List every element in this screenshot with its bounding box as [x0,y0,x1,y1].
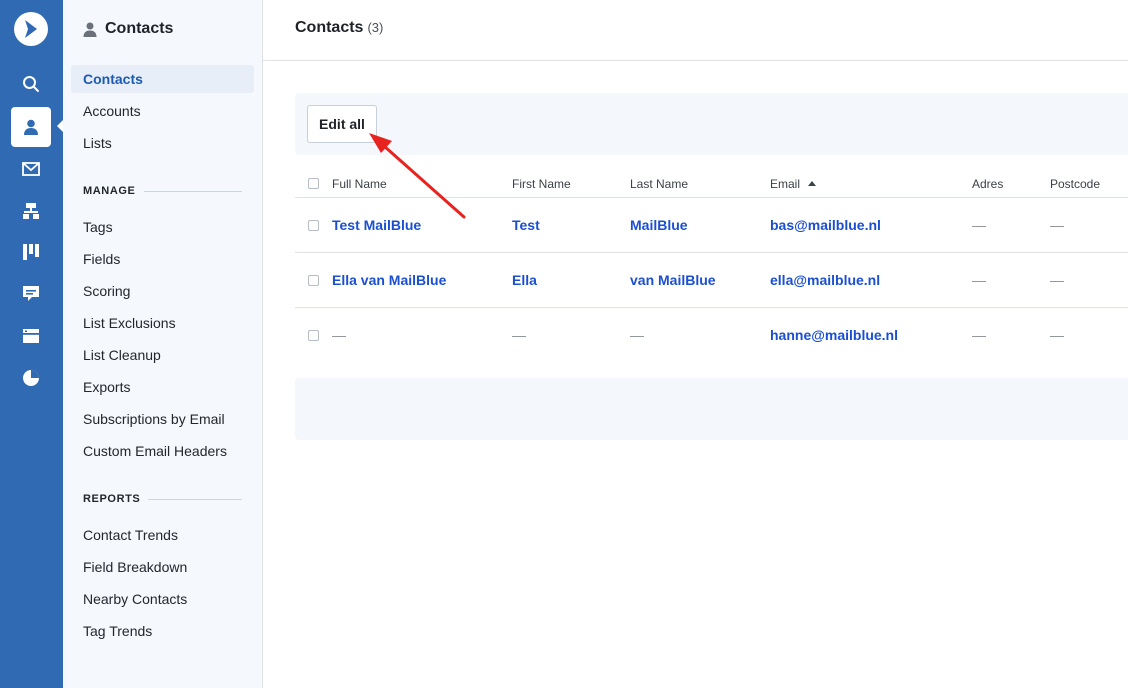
column-header-full-name[interactable]: Full Name [332,177,387,191]
sort-ascending-icon [808,181,817,186]
sidebar-item-contacts[interactable]: Contacts [71,65,254,93]
cell-first-name[interactable]: Test [512,217,540,233]
row-checkbox[interactable] [308,220,319,231]
sidebar-item-list-cleanup[interactable]: List Cleanup [71,341,254,369]
reports-section-heading: REPORTS [83,491,242,507]
select-all-checkbox[interactable] [308,178,319,189]
row-checkbox[interactable] [308,275,319,286]
app-icon-rail [0,0,63,688]
logo-arrow-icon [25,20,37,38]
column-header-first-name[interactable]: First Name [512,177,571,191]
page-title: Contacts (3) [295,19,383,37]
sidebar-item-custom-email-headers[interactable]: Custom Email Headers [71,437,254,465]
cell-adres: — [972,272,986,288]
sidebar-item-tag-trends[interactable]: Tag Trends [71,617,254,645]
cell-email[interactable]: ella@mailblue.nl [770,272,880,288]
cell-postcode: — [1050,327,1064,343]
cell-first-name: — [512,327,526,343]
section-divider [148,498,242,500]
cell-full-name: — [332,327,346,343]
reports-icon [23,370,39,386]
edit-all-button[interactable]: Edit all [307,105,377,143]
sidebar-item-fields[interactable]: Fields [71,245,254,273]
contact-count: (3) [367,20,384,35]
sidebar-item-tags[interactable]: Tags [71,213,254,241]
table-row[interactable]: — — — hanne@mailblue.nl — — [295,308,1128,363]
rail-automations[interactable] [11,191,51,231]
cell-email[interactable]: bas@mailblue.nl [770,217,881,233]
cell-full-name[interactable]: Test MailBlue [332,217,421,233]
cell-postcode: — [1050,272,1064,288]
cell-last-name[interactable]: MailBlue [630,217,688,233]
sidebar-item-nearby-contacts[interactable]: Nearby Contacts [71,585,254,613]
table-header: Full Name First Name Last Name Email Adr… [295,170,1128,198]
page-title-text: Contacts [295,19,364,36]
conversations-icon [23,286,39,301]
table-row[interactable]: Ella van MailBlue Ella van MailBlue ella… [295,253,1128,308]
sidebar-item-subscriptions-by-email[interactable]: Subscriptions by Email [71,405,254,433]
table-row[interactable]: Test MailBlue Test MailBlue bas@mailblue… [295,198,1128,253]
rail-search[interactable] [11,64,51,104]
rail-contacts[interactable] [11,107,51,147]
column-header-postcode[interactable]: Postcode [1050,177,1100,191]
table-footer [295,378,1128,440]
row-checkbox[interactable] [308,330,319,341]
cell-last-name[interactable]: van MailBlue [630,272,716,288]
deals-pipeline-icon [23,244,39,260]
manage-heading-label: MANAGE [83,185,136,197]
cell-first-name[interactable]: Ella [512,272,537,288]
cell-postcode: — [1050,217,1064,233]
cell-email[interactable]: hanne@mailblue.nl [770,327,898,343]
person-icon [83,22,97,37]
contacts-icon [24,119,38,135]
sidebar-item-exports[interactable]: Exports [71,373,254,401]
bulk-actions-bar: Edit all [295,93,1128,155]
rail-conversations[interactable] [11,274,51,314]
column-header-email[interactable]: Email [770,177,817,191]
sidebar-title: Contacts [105,20,174,37]
search-icon [23,76,39,92]
sidebar-item-field-breakdown[interactable]: Field Breakdown [71,553,254,581]
website-icon [23,329,39,343]
column-header-last-name[interactable]: Last Name [630,177,688,191]
rail-reports[interactable] [11,358,51,398]
rail-website[interactable] [11,316,51,356]
sidebar-item-list-exclusions[interactable]: List Exclusions [71,309,254,337]
sidebar-item-scoring[interactable]: Scoring [71,277,254,305]
column-header-email-label: Email [770,177,801,191]
contacts-sidebar: Contacts Contacts Accounts Lists MANAGE … [63,0,263,688]
section-divider [143,190,242,192]
column-header-adres[interactable]: Adres [972,177,1003,191]
main-content: Contacts (3) Edit all Full Name First Nam… [263,0,1128,688]
email-icon [22,162,40,176]
cell-full-name[interactable]: Ella van MailBlue [332,272,446,288]
cell-last-name: — [630,327,644,343]
manage-section-heading: MANAGE [83,183,242,199]
sidebar-item-lists[interactable]: Lists [71,129,254,157]
reports-heading-label: REPORTS [83,493,141,505]
cell-adres: — [972,217,986,233]
page-header: Contacts (3) [263,0,1128,61]
sidebar-item-contact-trends[interactable]: Contact Trends [71,521,254,549]
rail-deals[interactable] [11,232,51,272]
rail-campaigns[interactable] [11,149,51,189]
app-logo[interactable] [14,12,48,46]
sidebar-item-accounts[interactable]: Accounts [71,97,254,125]
cell-adres: — [972,327,986,343]
sidebar-header: Contacts [83,18,173,40]
automation-icon [23,203,39,219]
